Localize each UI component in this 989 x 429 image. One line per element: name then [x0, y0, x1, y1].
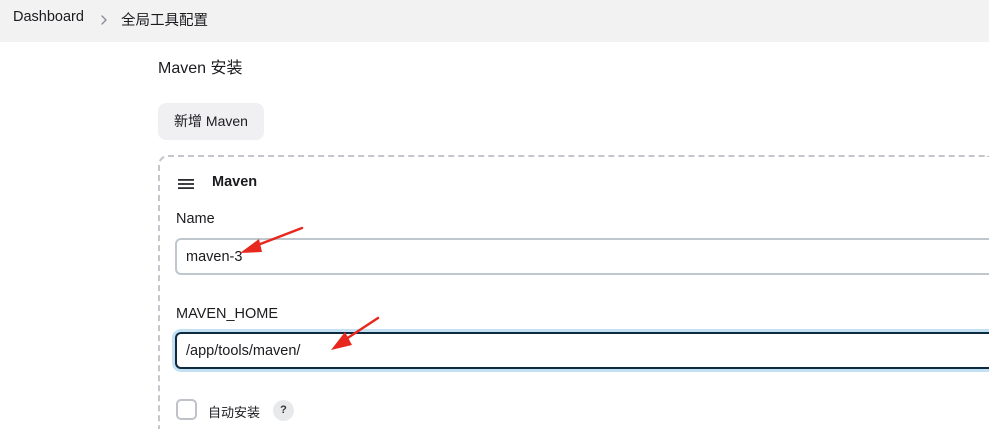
auto-install-checkbox[interactable]	[176, 399, 197, 420]
drag-handle-icon[interactable]	[178, 178, 194, 190]
maven-home-input[interactable]	[175, 332, 989, 369]
maven-home-label: MAVEN_HOME	[176, 306, 279, 322]
breadcrumb-dashboard-link[interactable]: Dashboard	[13, 9, 84, 25]
card-title: Maven	[212, 174, 258, 190]
help-icon[interactable]: ?	[273, 400, 294, 421]
maven-installation-card: Maven Name MAVEN_HOME 自动安装 ?	[158, 155, 989, 429]
chevron-right-icon	[101, 15, 107, 25]
breadcrumb-current-page[interactable]: 全局工具配置	[121, 9, 208, 30]
auto-install-label: 自动安装	[208, 405, 261, 420]
breadcrumb: Dashboard 全局工具配置	[0, 0, 989, 42]
add-maven-button[interactable]: 新增 Maven	[158, 103, 264, 140]
name-label: Name	[176, 211, 215, 227]
section-title: Maven 安装	[158, 60, 243, 77]
name-input[interactable]	[175, 238, 989, 275]
